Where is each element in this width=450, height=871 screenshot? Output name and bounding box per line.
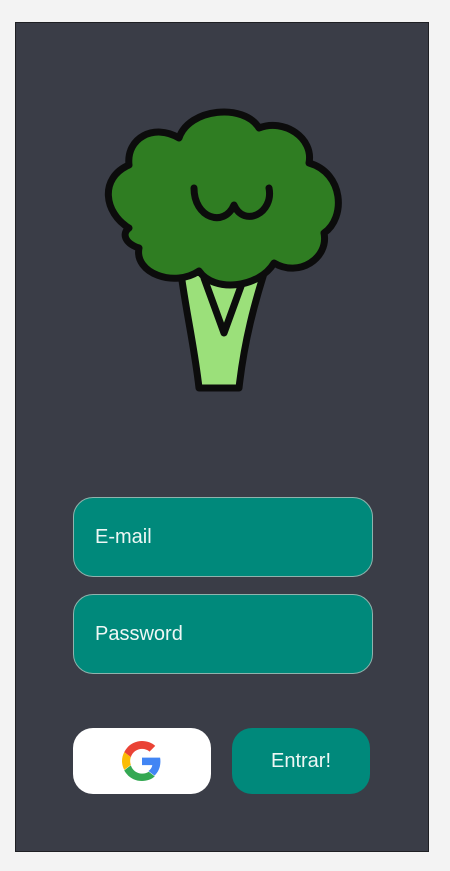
enter-button-label: Entrar! xyxy=(270,749,332,772)
email-field[interactable]: E-mail xyxy=(73,497,373,577)
password-field[interactable]: Password xyxy=(73,594,373,674)
password-placeholder: Password xyxy=(95,622,183,645)
google-sign-in-button[interactable] xyxy=(73,728,211,794)
google-icon xyxy=(122,741,161,781)
broccoli-icon xyxy=(104,108,342,392)
enter-button[interactable]: Entrar! xyxy=(232,728,370,794)
email-placeholder: E-mail xyxy=(95,525,152,548)
login-screen: E-mail Password Entrar! xyxy=(15,22,429,852)
